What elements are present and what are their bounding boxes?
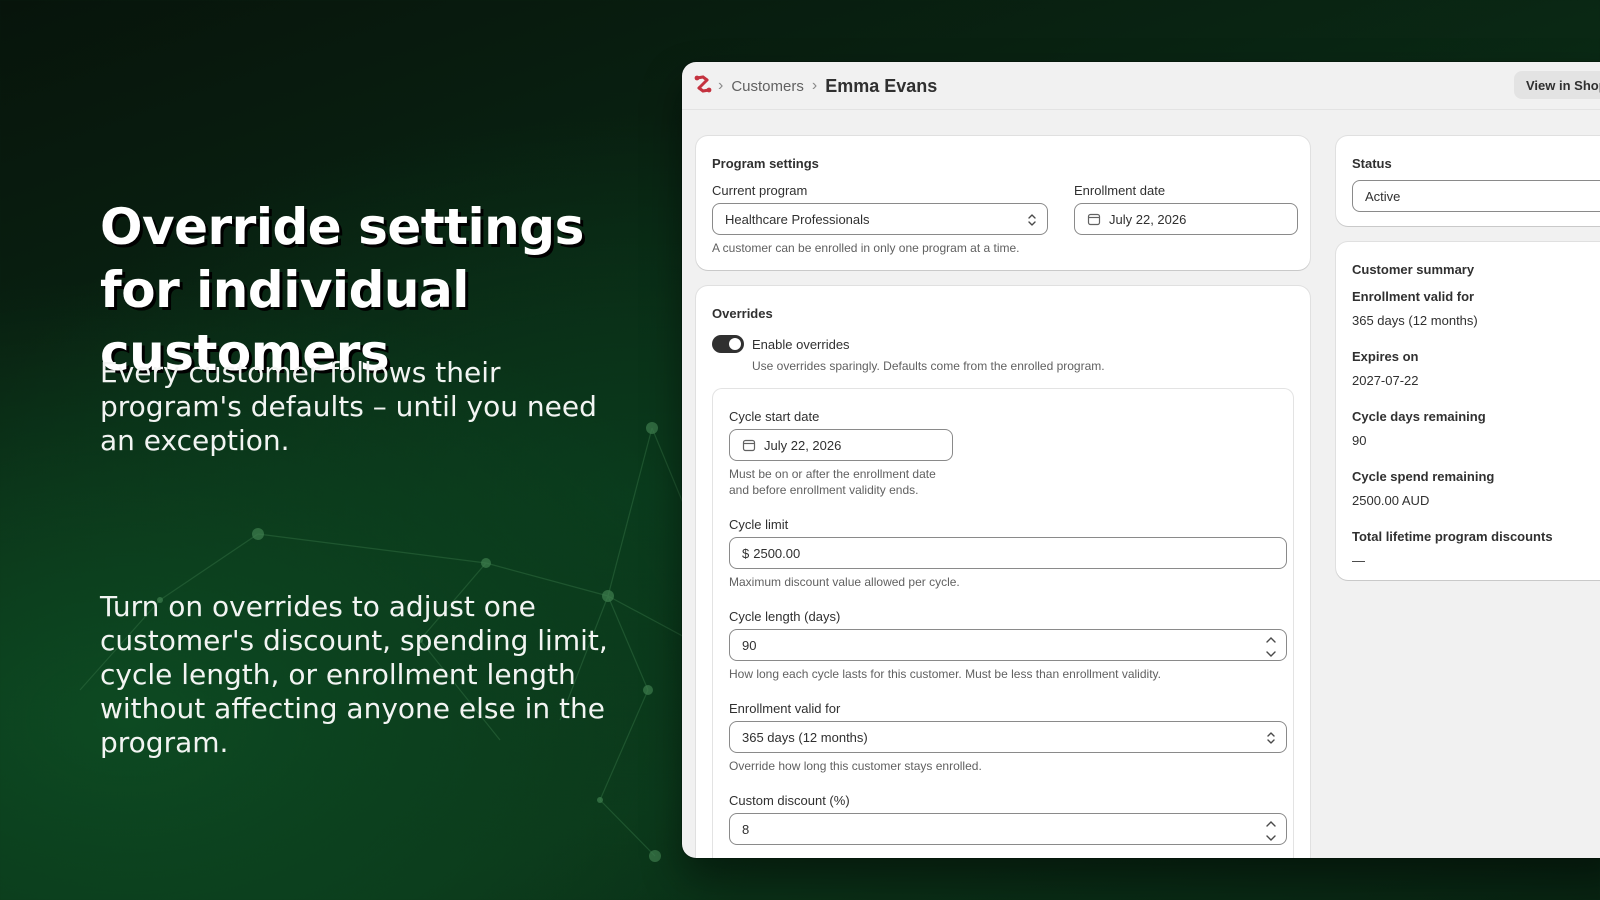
select-arrows-icon <box>1028 214 1036 226</box>
enrollment-valid-value: 365 days (12 months) <box>742 729 868 745</box>
custom-discount-stepper[interactable] <box>1264 818 1278 842</box>
currency-prefix: $ <box>742 545 750 561</box>
enable-overrides-label: Enable overrides <box>752 337 850 352</box>
enrollment-valid-select[interactable]: 365 days (12 months) <box>729 721 1287 753</box>
program-settings-title: Program settings <box>712 156 819 171</box>
summary-label: Total lifetime program discounts <box>1352 529 1553 544</box>
summary-value: 2027-07-22 <box>1352 373 1419 388</box>
program-settings-card: Program settings Current program Healthc… <box>696 136 1310 270</box>
breadcrumb-separator-icon: › <box>718 77 724 94</box>
overrides-title: Overrides <box>712 306 773 321</box>
summary-value: — <box>1352 553 1365 568</box>
enrollment-valid-label: Enrollment valid for <box>729 701 841 716</box>
enrollment-date-field[interactable]: July 22, 2026 <box>1074 203 1298 235</box>
overrides-help-text: Use overrides sparingly. Defaults come f… <box>752 359 1105 373</box>
calendar-icon <box>742 439 756 452</box>
app-logo-icon[interactable] <box>692 73 714 95</box>
cycle-limit-help: Maximum discount value allowed per cycle… <box>729 575 960 589</box>
enrollment-date-value: July 22, 2026 <box>1109 211 1187 227</box>
enable-overrides-toggle[interactable] <box>712 335 744 353</box>
summary-label: Expires on <box>1352 349 1419 364</box>
summary-value: 365 days (12 months) <box>1352 313 1478 328</box>
stepper-up-icon[interactable] <box>1264 634 1278 645</box>
cycle-limit-input[interactable]: $ 2500.00 <box>729 537 1287 569</box>
custom-discount-label: Custom discount (%) <box>729 793 850 808</box>
enrollment-valid-help: Override how long this customer stays en… <box>729 759 982 773</box>
current-program-select[interactable]: Healthcare Professionals <box>712 203 1048 235</box>
status-title: Status <box>1352 156 1392 171</box>
hero-paragraph-2: Turn on overrides to adjust one customer… <box>100 590 608 759</box>
enrollment-date-label: Enrollment date <box>1074 183 1166 198</box>
summary-value: 90 <box>1352 433 1367 448</box>
cycle-start-value: July 22, 2026 <box>764 437 842 453</box>
stepper-down-icon[interactable] <box>1264 831 1278 842</box>
status-select[interactable]: Active <box>1352 180 1600 212</box>
breadcrumb: › Customers › Emma Evans <box>718 74 937 98</box>
calendar-icon <box>1087 213 1101 226</box>
stepper-up-icon[interactable] <box>1264 818 1278 829</box>
overrides-card: Overrides Enable overrides Use overrides… <box>696 286 1310 858</box>
cycle-length-help: How long each cycle lasts for this custo… <box>729 667 1161 681</box>
summary-label: Enrollment valid for <box>1352 289 1475 304</box>
summary-label: Cycle spend remaining <box>1352 469 1495 484</box>
breadcrumb-separator-icon: › <box>811 77 818 94</box>
custom-discount-input[interactable]: 8 <box>729 813 1287 845</box>
view-in-shopify-button[interactable]: View in Shopify <box>1514 71 1600 99</box>
cycle-length-value: 90 <box>742 637 757 653</box>
hero-paragraph-1: Every customer follows their program's d… <box>100 356 597 457</box>
summary-label: Cycle days remaining <box>1352 409 1486 424</box>
select-arrows-icon <box>1267 732 1275 744</box>
stepper-down-icon[interactable] <box>1264 647 1278 658</box>
overrides-fields-panel: Cycle start date July 22, 2026 Must be o… <box>712 388 1294 858</box>
customer-summary-card: Customer summary Enrollment valid for 36… <box>1336 242 1600 580</box>
program-help-text: A customer can be enrolled in only one p… <box>712 241 1020 255</box>
status-value: Active <box>1365 188 1401 204</box>
current-program-label: Current program <box>712 183 808 198</box>
cycle-start-label: Cycle start date <box>729 409 820 424</box>
cycle-length-stepper[interactable] <box>1264 634 1278 658</box>
app-window: › Customers › Emma Evans View in Shopify… <box>682 62 1600 858</box>
cycle-limit-value: 2500.00 <box>753 545 801 561</box>
cycle-start-help: Must be on or after the enrollment date … <box>729 467 936 497</box>
summary-value: 2500.00 AUD <box>1352 493 1430 508</box>
top-bar: › Customers › Emma Evans View in Shopify <box>682 62 1600 110</box>
breadcrumb-customers[interactable]: Customers <box>731 78 804 95</box>
status-card: Status Active <box>1336 136 1600 226</box>
cycle-limit-label: Cycle limit <box>729 517 789 532</box>
cycle-start-date-field[interactable]: July 22, 2026 <box>729 429 953 461</box>
customer-summary-title: Customer summary <box>1352 262 1475 277</box>
page-title: Emma Evans <box>825 75 938 96</box>
current-program-value: Healthcare Professionals <box>725 211 870 227</box>
custom-discount-value: 8 <box>742 821 750 837</box>
cycle-length-input[interactable]: 90 <box>729 629 1287 661</box>
cycle-length-label: Cycle length (days) <box>729 609 841 624</box>
